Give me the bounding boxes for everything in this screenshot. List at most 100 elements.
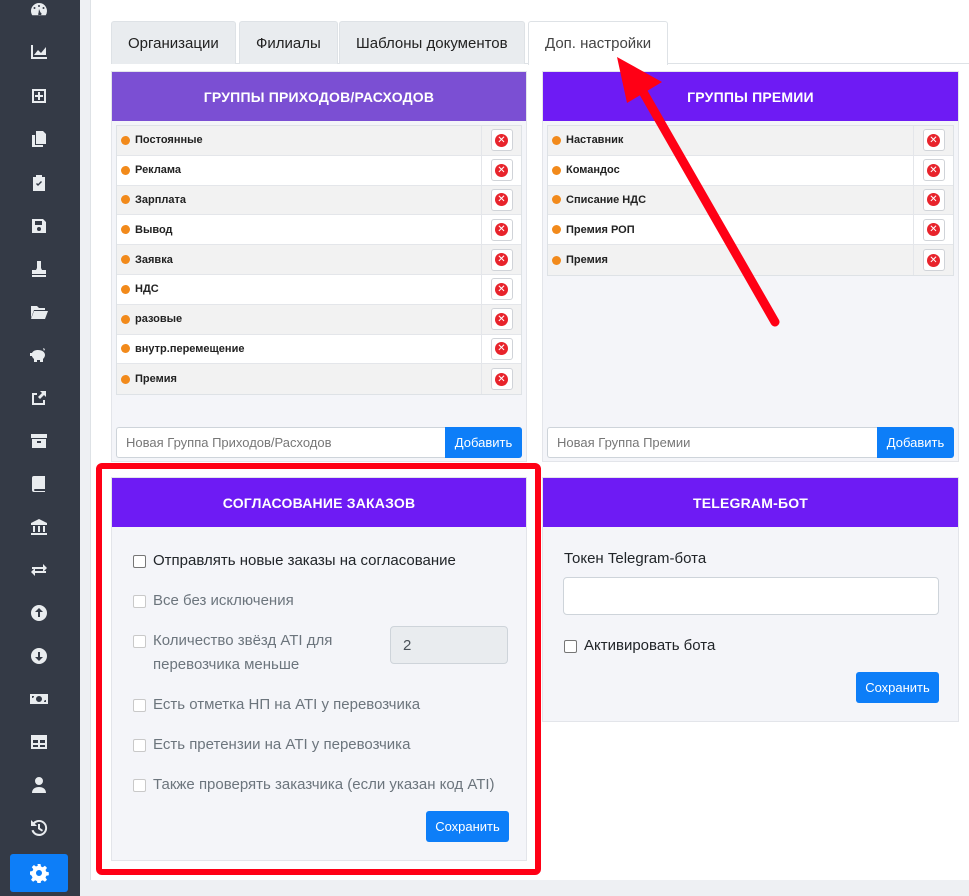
add-icon[interactable] <box>10 77 68 115</box>
delete-button[interactable]: ✕ <box>490 368 513 391</box>
income-groups-panel: ГРУППЫ ПРИХОДОВ/РАСХОДОВ Постоянные ✕ Рек… <box>111 71 527 462</box>
tab-document-templates[interactable]: Шаблоны документов <box>339 21 525 64</box>
delete-button[interactable]: ✕ <box>922 129 945 152</box>
add-bonus-group-row: Новая Группа Премии Добавить <box>547 427 954 458</box>
folder-open-icon[interactable] <box>10 293 68 331</box>
share-icon[interactable] <box>10 379 68 417</box>
exchange-icon[interactable] <box>10 551 68 589</box>
group-name: Постоянные <box>135 134 203 147</box>
bullet-icon <box>121 314 130 324</box>
list-item: Списание НДС ✕ <box>548 185 953 216</box>
group-name: Премия РОП <box>566 223 635 236</box>
tab-branches[interactable]: Филиалы <box>239 21 338 64</box>
archive-icon[interactable] <box>10 422 68 460</box>
close-icon: ✕ <box>495 253 508 267</box>
arrow-up-circle-icon[interactable] <box>10 594 68 632</box>
bullet-icon <box>552 165 561 175</box>
bullet-icon <box>121 344 130 354</box>
telegram-token-label: Токен Telegram-бота <box>564 550 707 567</box>
delete-button[interactable]: ✕ <box>922 159 945 182</box>
group-name: Вывод <box>135 223 173 236</box>
delete-button[interactable]: ✕ <box>490 129 513 152</box>
close-icon: ✕ <box>927 133 940 147</box>
close-icon: ✕ <box>495 193 508 207</box>
close-icon: ✕ <box>495 372 508 386</box>
history-icon[interactable] <box>10 809 68 847</box>
close-icon: ✕ <box>495 163 508 177</box>
list-item: Постоянные ✕ <box>117 126 521 156</box>
group-name: Командос <box>566 164 620 177</box>
activate-bot-option[interactable]: Активировать бота <box>564 637 715 658</box>
income-groups-list: Постоянные ✕ Реклама ✕ Зарплата ✕ Вывод ✕ За… <box>116 125 522 396</box>
telegram-token-input[interactable] <box>563 577 939 615</box>
group-name: внутр.перемещение <box>135 342 245 355</box>
new-income-group-input[interactable]: Новая Группа Приходов/Расходов <box>116 427 445 458</box>
delete-button[interactable]: ✕ <box>490 308 513 331</box>
activate-bot-label: Активировать бота <box>584 637 716 654</box>
group-name: НДС <box>135 283 159 296</box>
save-telegram-button[interactable]: Сохранить <box>856 672 939 703</box>
delete-button[interactable]: ✕ <box>490 337 513 360</box>
bullet-icon <box>552 135 561 145</box>
list-item: Реклама ✕ <box>117 155 521 186</box>
close-icon: ✕ <box>495 133 508 147</box>
delete-button[interactable]: ✕ <box>490 278 513 301</box>
list-item: Заявка ✕ <box>117 245 521 275</box>
bank-icon[interactable] <box>10 508 68 546</box>
table-icon[interactable] <box>10 723 68 761</box>
close-icon: ✕ <box>495 223 508 237</box>
bullet-icon <box>552 195 561 205</box>
sidebar <box>0 0 80 896</box>
bullet-icon <box>121 225 130 235</box>
book-icon[interactable] <box>10 465 68 503</box>
delete-button[interactable]: ✕ <box>922 218 945 241</box>
delete-button[interactable]: ✕ <box>490 248 513 271</box>
group-name: разовые <box>135 313 183 326</box>
delete-button[interactable]: ✕ <box>490 188 513 211</box>
close-icon: ✕ <box>927 223 940 237</box>
tab-organizations[interactable]: Организации <box>111 21 236 64</box>
chart-icon[interactable] <box>10 33 68 71</box>
delete-button[interactable]: ✕ <box>922 188 945 211</box>
close-icon: ✕ <box>495 342 508 356</box>
new-bonus-group-input[interactable]: Новая Группа Премии <box>547 427 877 458</box>
arrow-down-circle-icon[interactable] <box>10 637 68 675</box>
list-item: разовые ✕ <box>117 304 521 335</box>
bullet-icon <box>121 255 130 265</box>
bullet-icon <box>121 165 130 175</box>
add-bonus-group-button[interactable]: Добавить <box>877 427 954 458</box>
tab-bar: Организации Филиалы Шаблоны документов Д… <box>111 21 969 65</box>
telegram-bot-panel: TELEGRAM-БОТ Токен Telegram-бота Активир… <box>542 477 959 722</box>
add-income-group-button[interactable]: Добавить <box>445 427 522 458</box>
copy-icon[interactable] <box>10 120 68 158</box>
group-name: Зарплата <box>135 193 186 206</box>
clipboard-check-icon[interactable] <box>10 164 68 202</box>
close-icon: ✕ <box>927 253 940 267</box>
bonus-groups-panel: ГРУППЫ ПРЕМИИ Наставник ✕ Командос ✕ Списа… <box>542 71 959 462</box>
add-income-group-row: Новая Группа Приходов/Расходов Добавить <box>116 427 522 458</box>
delete-button[interactable]: ✕ <box>922 249 945 272</box>
delete-button[interactable]: ✕ <box>490 159 513 182</box>
highlight-frame <box>96 463 541 875</box>
bullet-icon <box>121 284 130 294</box>
dashboard-icon[interactable] <box>10 0 68 29</box>
money-icon[interactable] <box>10 680 68 718</box>
stamp-icon[interactable] <box>10 250 68 288</box>
group-name: Премия <box>135 373 177 386</box>
close-icon: ✕ <box>927 163 940 177</box>
bonus-groups-title: ГРУППЫ ПРЕМИИ <box>543 72 958 121</box>
save-icon[interactable] <box>10 207 68 245</box>
group-name: Заявка <box>135 253 173 266</box>
list-item: Премия ✕ <box>548 245 953 275</box>
activate-bot-checkbox[interactable] <box>564 640 577 653</box>
group-name: Наставник <box>566 134 624 147</box>
delete-button[interactable]: ✕ <box>490 218 513 241</box>
list-item: внутр.перемещение ✕ <box>117 334 521 365</box>
user-icon[interactable] <box>10 766 68 804</box>
list-item: НДС ✕ <box>117 274 521 305</box>
tab-extra-settings[interactable]: Доп. настройки <box>528 21 669 65</box>
bullet-icon <box>552 225 561 235</box>
gear-icon[interactable] <box>10 854 68 892</box>
piggy-bank-icon[interactable] <box>10 336 68 374</box>
list-item: Командос ✕ <box>548 155 953 186</box>
